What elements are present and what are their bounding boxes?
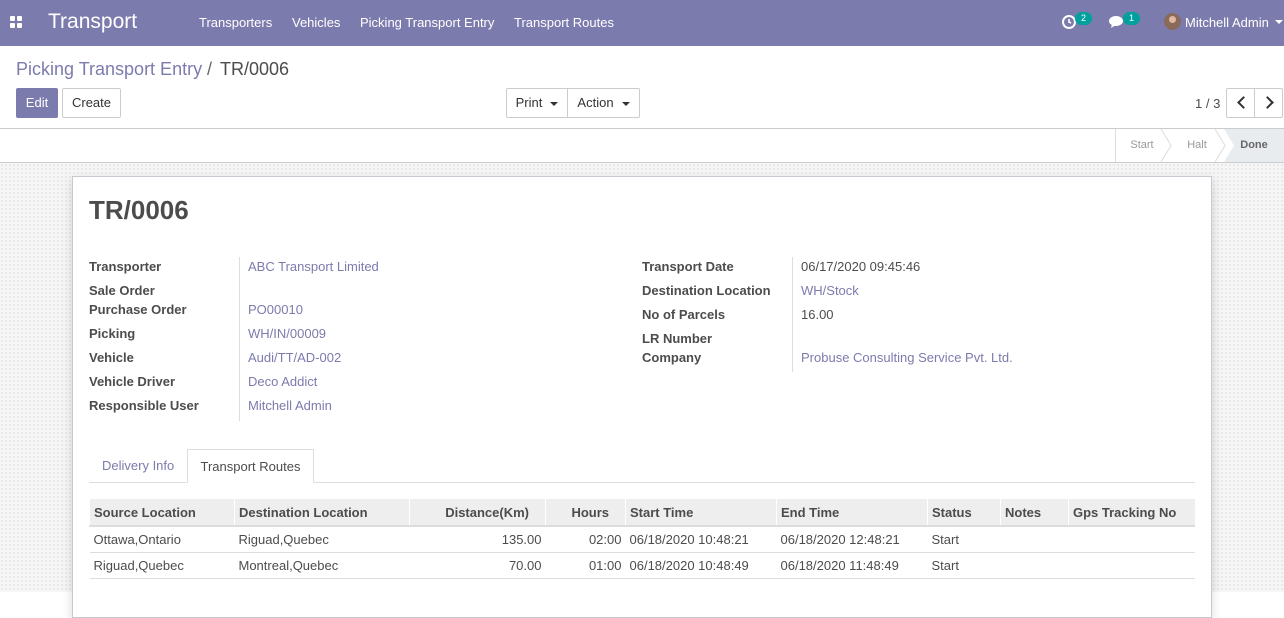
col-gps-tracking-no[interactable]: Gps Tracking No xyxy=(1068,499,1195,527)
stage-arrow-separator xyxy=(1214,129,1226,162)
pager-next-button[interactable] xyxy=(1254,88,1283,118)
col-status[interactable]: Status xyxy=(927,499,1001,527)
menu-picking-transport-entry[interactable]: Picking Transport Entry xyxy=(360,15,494,30)
print-dropdown-button[interactable]: Print xyxy=(506,88,568,118)
value-picking[interactable]: WH/IN/00009 xyxy=(248,326,326,341)
col-start-time[interactable]: Start Time xyxy=(625,499,777,527)
apps-menu-icon[interactable] xyxy=(10,16,23,29)
col-source-location[interactable]: Source Location xyxy=(89,499,235,527)
breadcrumb-separator: / xyxy=(207,59,213,79)
breadcrumb-parent-link[interactable]: Picking Transport Entry xyxy=(16,59,202,80)
col-distance[interactable]: Distance(Km) xyxy=(409,499,546,527)
label-destination-location: Destination Location xyxy=(642,283,771,298)
label-vehicle: Vehicle xyxy=(89,350,134,365)
cell-source-location: Riguad,Quebec xyxy=(89,552,235,579)
chevron-left-icon xyxy=(1237,96,1250,109)
label-vehicle-driver: Vehicle Driver xyxy=(89,374,175,389)
cell-hours: 01:00 xyxy=(545,552,626,579)
table-row[interactable]: Riguad,Quebec Montreal,Quebec 70.00 01:0… xyxy=(89,552,1195,579)
stage-arrow-separator xyxy=(1160,129,1172,162)
user-menu-name[interactable]: Mitchell Admin xyxy=(1185,15,1269,30)
form-sheet: TR/0006 Transporter ABC Transport Limite… xyxy=(72,176,1212,618)
app-title[interactable]: Transport xyxy=(48,10,137,34)
stage-done-active[interactable]: Done xyxy=(1224,129,1284,162)
action-caret-icon xyxy=(621,101,630,106)
cell-status: Start xyxy=(927,552,1001,579)
value-company[interactable]: Probuse Consulting Service Pvt. Ltd. xyxy=(801,350,1013,365)
label-sale-order: Sale Order xyxy=(89,283,155,298)
edit-button[interactable]: Edit xyxy=(16,88,58,118)
user-menu-caret-icon[interactable] xyxy=(1275,20,1283,24)
value-vehicle[interactable]: Audi/TT/AD-002 xyxy=(248,350,341,365)
value-purchase-order[interactable]: PO00010 xyxy=(248,302,303,317)
tab-delivery-info[interactable]: Delivery Info xyxy=(102,449,174,483)
cell-status: Start xyxy=(927,526,1001,553)
activity-count-badge: 2 xyxy=(1075,12,1092,25)
table-header-row: Source Location Destination Location Dis… xyxy=(89,499,1195,527)
value-no-of-parcels: 16.00 xyxy=(801,307,834,322)
label-no-of-parcels: No of Parcels xyxy=(642,307,726,322)
tab-transport-routes[interactable]: Transport Routes xyxy=(187,449,314,483)
col-destination-location[interactable]: Destination Location xyxy=(234,499,410,527)
pager-previous-button[interactable] xyxy=(1226,88,1255,118)
value-destination-location[interactable]: WH/Stock xyxy=(801,283,859,298)
breadcrumb-current: TR/0006 xyxy=(220,59,290,79)
value-vehicle-driver[interactable]: Deco Addict xyxy=(248,374,317,389)
menu-transporters[interactable]: Transporters xyxy=(199,15,272,30)
field-divider-left xyxy=(239,257,240,421)
col-hours[interactable]: Hours xyxy=(545,499,626,527)
pager-value[interactable]: 1 / 3 xyxy=(1195,96,1220,111)
print-label: Print xyxy=(515,95,543,110)
label-transporter: Transporter xyxy=(89,259,162,274)
cell-start-time: 06/18/2020 10:48:49 xyxy=(625,552,777,579)
field-divider-right xyxy=(792,257,793,372)
create-button[interactable]: Create xyxy=(62,88,121,118)
print-caret-icon xyxy=(550,101,559,106)
cell-gps-tracking-no xyxy=(1068,526,1195,553)
cell-distance: 70.00 xyxy=(409,552,546,579)
transport-routes-table: Source Location Destination Location Dis… xyxy=(89,499,1195,579)
cell-start-time: 06/18/2020 10:48:21 xyxy=(625,526,777,553)
action-dropdown-button[interactable]: Action xyxy=(567,88,640,118)
control-panel: Picking Transport Entry / TR/0006 Edit C… xyxy=(0,46,1284,129)
cell-distance: 135.00 xyxy=(409,526,546,553)
label-purchase-order: Purchase Order xyxy=(89,302,187,317)
cell-gps-tracking-no xyxy=(1068,552,1195,579)
value-transport-date: 06/17/2020 09:45:46 xyxy=(801,259,921,274)
cell-notes xyxy=(1000,552,1069,579)
menu-vehicles[interactable]: Vehicles xyxy=(292,15,340,30)
cell-source-location: Ottawa,Ontario xyxy=(89,526,235,553)
cell-end-time: 06/18/2020 11:48:49 xyxy=(776,552,928,579)
cell-notes xyxy=(1000,526,1069,553)
status-bar: Start Halt Done xyxy=(0,129,1284,163)
cell-destination-location: Riguad,Quebec xyxy=(234,526,410,553)
table-row[interactable]: Ottawa,Ontario Riguad,Quebec 135.00 02:0… xyxy=(89,526,1195,553)
label-responsible-user: Responsible User xyxy=(89,398,199,413)
label-picking: Picking xyxy=(89,326,136,341)
menu-transport-routes[interactable]: Transport Routes xyxy=(514,15,614,30)
col-end-time[interactable]: End Time xyxy=(776,499,928,527)
record-title: TR/0006 xyxy=(89,195,189,225)
user-avatar[interactable] xyxy=(1164,13,1181,30)
label-transport-date: Transport Date xyxy=(642,259,734,274)
cell-destination-location: Montreal,Quebec xyxy=(234,552,410,579)
label-lr-number: LR Number xyxy=(642,331,713,346)
value-transporter[interactable]: ABC Transport Limited xyxy=(248,259,379,274)
value-responsible-user[interactable]: Mitchell Admin xyxy=(248,398,332,413)
label-company: Company xyxy=(642,350,702,365)
cell-hours: 02:00 xyxy=(545,526,626,553)
cell-end-time: 06/18/2020 12:48:21 xyxy=(776,526,928,553)
chevron-right-icon xyxy=(1261,96,1274,109)
action-label: Action xyxy=(577,95,614,110)
col-notes[interactable]: Notes xyxy=(1000,499,1069,527)
main-navbar: Transport Transporters Vehicles Picking … xyxy=(0,0,1284,46)
messages-count-badge: 1 xyxy=(1123,12,1140,25)
